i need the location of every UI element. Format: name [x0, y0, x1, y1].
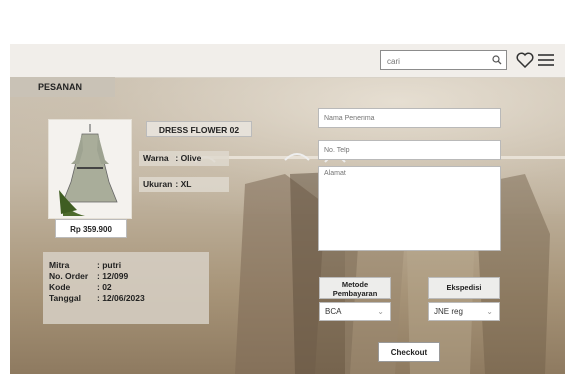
- address-field[interactable]: [318, 166, 501, 251]
- chevron-down-icon: ⌄: [486, 307, 493, 316]
- order-label: No. Order: [49, 271, 89, 281]
- order-value: : 12/099: [97, 271, 129, 281]
- product-name: DRESS FLOWER 02: [146, 121, 252, 137]
- product-price: Rp 359.900: [55, 219, 127, 238]
- payment-method-label: Metode Pembayaran: [319, 277, 391, 299]
- order-row-tanggal: Tanggal : 12/06/2023: [49, 293, 203, 304]
- order-value: : putri: [97, 260, 122, 270]
- menu-icon[interactable]: [537, 52, 555, 73]
- order-row-no-order: No. Order : 12/099: [49, 271, 203, 282]
- search-box: [380, 50, 507, 71]
- order-row-kode: Kode : 02: [49, 282, 203, 293]
- shipping-label: Ekspedisi: [428, 277, 500, 299]
- color-label: Warna: [143, 153, 169, 163]
- order-label: Mitra: [49, 260, 70, 270]
- dress-image: [49, 120, 131, 218]
- size-row: Ukuran : XL: [139, 177, 229, 192]
- size-label: Ukuran: [143, 179, 173, 189]
- heart-icon[interactable]: [516, 52, 534, 73]
- payment-method-value: BCA: [325, 307, 342, 316]
- size-value: : XL: [175, 179, 192, 189]
- search-input[interactable]: [381, 52, 493, 71]
- color-row: Warna : Olive: [139, 151, 229, 166]
- order-info-panel: Mitra: putri No. Order: 12/099 Kode: 02 …: [43, 252, 209, 324]
- phone-field[interactable]: [318, 140, 501, 160]
- order-label: Kode: [49, 282, 71, 292]
- order-label: Tanggal: [49, 293, 81, 303]
- checkout-button[interactable]: Checkout: [378, 342, 440, 362]
- shipping-value: JNE reg: [434, 307, 463, 316]
- color-value: : Olive: [175, 153, 202, 163]
- top-bar: [10, 44, 565, 78]
- shipping-select[interactable]: JNE reg ⌄: [428, 302, 500, 321]
- search-icon[interactable]: [492, 53, 502, 71]
- order-row-mitra: Mitra : putri: [49, 260, 203, 271]
- app-frame: PESANAN Rp 359.900 DRESS FLOWER 02 Warna…: [10, 44, 565, 374]
- order-value: : 02: [97, 282, 112, 292]
- recipient-name-field[interactable]: [318, 108, 501, 128]
- chevron-down-icon: ⌄: [377, 307, 384, 316]
- tab-pesanan[interactable]: PESANAN: [10, 77, 115, 97]
- payment-method-select[interactable]: BCA ⌄: [319, 302, 391, 321]
- order-value: : 12/06/2023: [97, 293, 145, 303]
- product-image-card[interactable]: [48, 119, 132, 219]
